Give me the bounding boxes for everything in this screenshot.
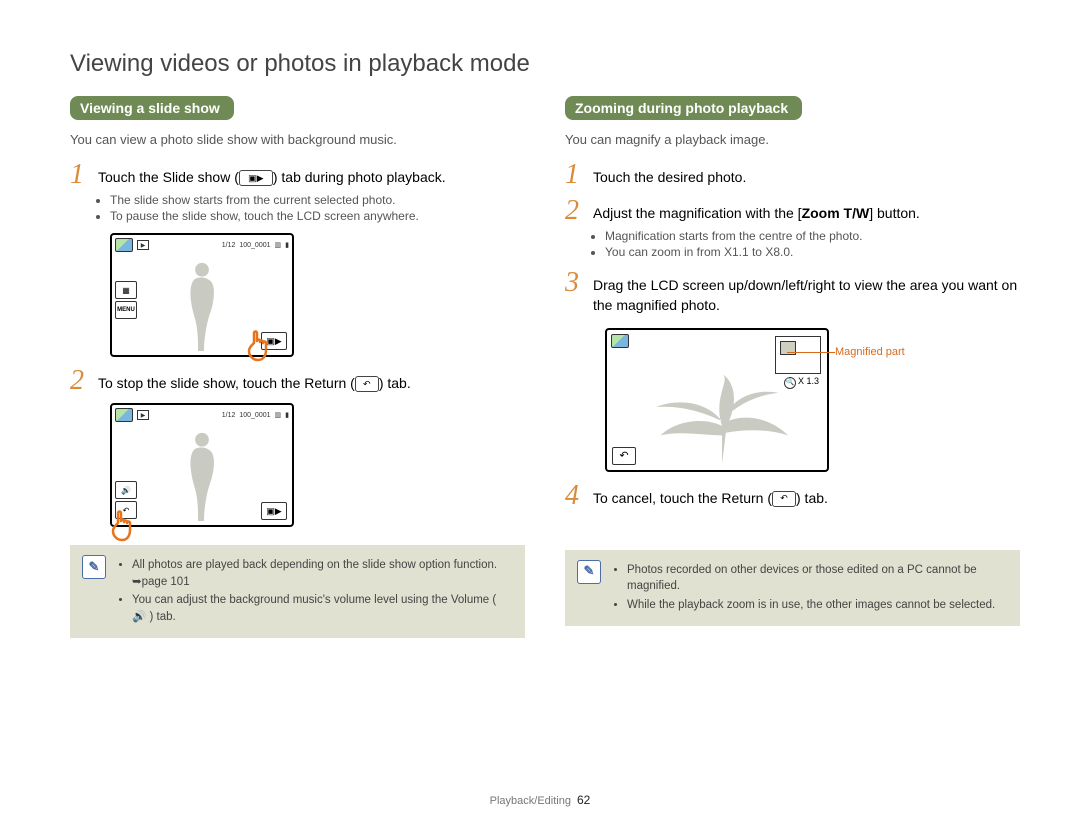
slideshow-button: ▣▶ xyxy=(261,502,287,520)
battery-icon: ▮ xyxy=(285,241,289,249)
note-icon: ✎ xyxy=(577,560,601,584)
photo-thumb-icon xyxy=(611,334,629,348)
step-number-4r: 4 xyxy=(565,482,589,510)
lcd-illustration-1: ▶ 1/12 100_0001 ▥ ▮ ▦ MENU ▣▶ xyxy=(110,233,525,357)
volume-button: 🔊 xyxy=(115,481,137,499)
step-number-1: 1 xyxy=(70,161,94,189)
zoom-lcd-illustration: 🔍X 1.3 ↶ xyxy=(605,328,829,472)
palm-silhouette xyxy=(637,365,807,468)
step-number-2: 2 xyxy=(70,367,94,395)
lcd-illustration-2: ▶ 1/12 100_0001 ▥ ▮ 🔊 ↶ ▣▶ xyxy=(110,403,525,527)
slideshow-intro: You can view a photo slide show with bac… xyxy=(70,132,525,147)
slideshow-tab-icon: ▣▶ xyxy=(239,170,273,186)
rstep2-bullets: Magnification starts from the centre of … xyxy=(605,229,1020,259)
sd-icon: ▥ xyxy=(275,241,282,249)
sd-icon: ▥ xyxy=(275,411,282,419)
return-icon: ↶ xyxy=(355,376,379,392)
golfer-silhouette xyxy=(172,255,232,353)
left-column: Viewing a slide show You can view a phot… xyxy=(70,96,525,638)
callout-magnified-part: Magnified part xyxy=(835,346,905,358)
step-number-3r: 3 xyxy=(565,269,589,297)
play-mode-icon: ▶ xyxy=(137,240,149,250)
battery-icon: ▮ xyxy=(285,411,289,419)
step1-bullets: The slide show starts from the current s… xyxy=(110,193,525,223)
return-button: ↶ xyxy=(612,447,636,465)
note-box-right: ✎ Photos recorded on other devices or th… xyxy=(565,550,1020,626)
rstep3-text: Drag the LCD screen up/down/left/right t… xyxy=(593,269,1020,316)
callout-line xyxy=(787,352,835,354)
page-title: Viewing videos or photos in playback mod… xyxy=(70,50,1020,78)
rstep1-text: Touch the desired photo. xyxy=(593,161,746,187)
right-column: Zooming during photo playback You can ma… xyxy=(565,96,1020,638)
lcd-counter: 1/12 xyxy=(222,412,236,419)
zoom-intro: You can magnify a playback image. xyxy=(565,132,1020,147)
lcd-filename: 100_0001 xyxy=(239,412,270,419)
zoom-level-label: 🔍X 1.3 xyxy=(784,376,819,389)
note-box-left: ✎ All photos are played back depending o… xyxy=(70,545,525,638)
step-number-2r: 2 xyxy=(565,197,589,225)
rstep4-text: To cancel, touch the Return (↶) tab. xyxy=(593,482,828,508)
section-heading-zoom: Zooming during photo playback xyxy=(565,96,802,120)
golfer-silhouette xyxy=(172,425,232,523)
return-icon: ↶ xyxy=(772,491,796,507)
touch-hand-icon xyxy=(104,503,144,543)
step2-text: To stop the slide show, touch the Return… xyxy=(98,367,411,393)
page-footer: Playback/Editing62 xyxy=(0,793,1080,807)
photo-thumb-icon xyxy=(115,238,133,252)
touch-hand-icon xyxy=(240,323,280,363)
grid-button: ▦ xyxy=(115,281,137,299)
play-mode-icon: ▶ xyxy=(137,410,149,420)
step-number-1r: 1 xyxy=(565,161,589,189)
section-heading-slideshow: Viewing a slide show xyxy=(70,96,234,120)
menu-button: MENU xyxy=(115,301,137,319)
note-icon: ✎ xyxy=(82,555,106,579)
photo-thumb-icon xyxy=(115,408,133,422)
rstep2-text: Adjust the magnification with the [Zoom … xyxy=(593,197,920,223)
step1-text: Touch the Slide show (▣▶) tab during pho… xyxy=(98,161,446,187)
magnify-viewport-frame xyxy=(775,336,821,374)
lcd-counter: 1/12 xyxy=(222,242,236,249)
lcd-filename: 100_0001 xyxy=(239,242,270,249)
